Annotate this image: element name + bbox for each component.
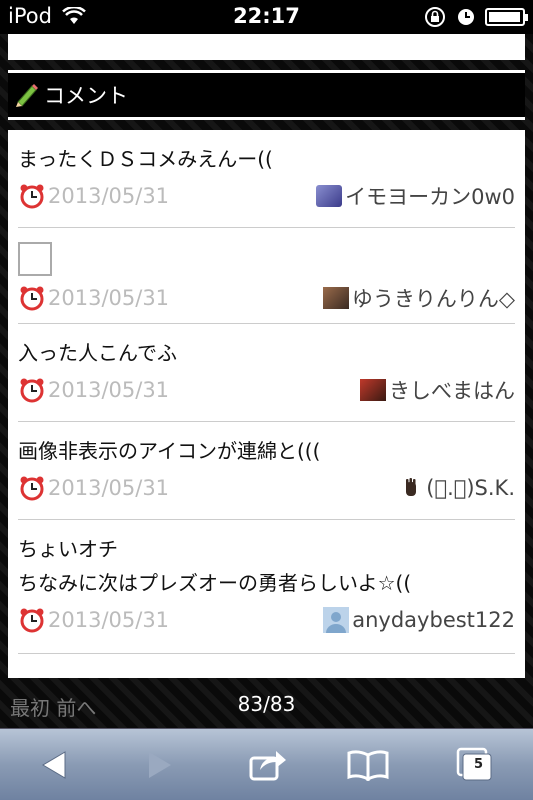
share-icon bbox=[249, 751, 286, 781]
comment-text: ちょいオチ bbox=[18, 537, 118, 561]
comment-text: 画像非表示のアイコンが連綿と((( bbox=[18, 439, 321, 463]
section-header: コメント bbox=[8, 70, 525, 120]
pencil-icon bbox=[16, 84, 38, 107]
pager: 83/83 最初 前へ bbox=[0, 684, 533, 728]
comment-date: 2013/05/31 bbox=[18, 376, 169, 404]
browser-toolbar: 5 bbox=[0, 728, 533, 800]
alarm-clock-icon bbox=[20, 378, 44, 403]
comment-date: 2013/05/31 bbox=[18, 182, 169, 210]
forward-arrow-icon bbox=[149, 752, 171, 778]
alarm-clock-icon bbox=[20, 608, 44, 633]
comment-text: 入った人こんでふ bbox=[18, 341, 177, 365]
comment-item: まったくＤＳコメみえんー(( 2013/05/31 イモヨーカン0w0 bbox=[18, 130, 515, 228]
default-avatar-icon bbox=[323, 607, 350, 633]
broken-image-icon bbox=[18, 242, 52, 276]
prev-page-link[interactable]: 前へ bbox=[56, 696, 96, 720]
comment-user[interactable]: ゆうきりんりん◇ bbox=[322, 283, 515, 313]
comment-item: 2013/05/31 ゆうきりんりん◇ bbox=[18, 228, 515, 324]
page-content: コメント まったくＤＳコメみえんー(( 2013/05/31 イモヨーカン0w0 bbox=[0, 34, 533, 728]
comment-date: 2013/05/31 bbox=[18, 474, 169, 502]
forward-button[interactable] bbox=[138, 745, 182, 785]
rotation-lock-icon bbox=[425, 7, 445, 27]
comment-user[interactable]: anydaybest122 bbox=[323, 607, 515, 633]
comment-user[interactable]: きしべまはん bbox=[360, 375, 515, 405]
comment-item: 入った人こんでふ 2013/05/31 きしべまはん bbox=[18, 324, 515, 422]
comment-text: ちなみに次はプレズオーの勇者らしいよ☆(( bbox=[18, 571, 412, 595]
comment-date: 2013/05/31 bbox=[18, 284, 169, 312]
user-avatar bbox=[316, 185, 343, 207]
comment-user[interactable]: イモヨーカン0w0 bbox=[316, 181, 515, 211]
section-title: コメント bbox=[44, 84, 128, 108]
bookmarks-button[interactable] bbox=[346, 745, 390, 785]
top-white-bar bbox=[8, 34, 525, 60]
book-icon bbox=[347, 750, 389, 781]
comment-item: 画像非表示のアイコンが連綿と((( 2013/05/31 (ﾟ.ﾟ)S.K. bbox=[18, 422, 515, 520]
first-page-link[interactable]: 最初 bbox=[10, 696, 50, 720]
comment-item: ちょいオチ ちなみに次はプレズオーの勇者らしいよ☆(( 2013/05/31 a… bbox=[18, 520, 515, 654]
user-avatar bbox=[322, 287, 349, 309]
share-button[interactable] bbox=[246, 745, 290, 785]
status-bar: 22:17 iPod bbox=[0, 0, 533, 34]
wifi-icon bbox=[62, 7, 86, 24]
tabs-button[interactable]: 5 bbox=[452, 745, 496, 785]
alarm-clock-icon bbox=[20, 184, 44, 209]
back-arrow-icon bbox=[42, 751, 66, 779]
alarm-icon bbox=[458, 9, 474, 25]
comment-user[interactable]: (ﾟ.ﾟ)S.K. bbox=[401, 476, 515, 500]
battery-icon bbox=[485, 8, 528, 26]
alarm-clock-icon bbox=[20, 476, 44, 501]
comment-date: 2013/05/31 bbox=[18, 606, 169, 634]
back-button[interactable] bbox=[32, 745, 76, 785]
comment-list: まったくＤＳコメみえんー(( 2013/05/31 イモヨーカン0w0 2013… bbox=[8, 130, 525, 678]
hand-icon bbox=[406, 478, 417, 496]
comment-text: まったくＤＳコメみえんー(( bbox=[18, 147, 273, 171]
user-avatar bbox=[360, 379, 386, 401]
carrier-label: iPod bbox=[8, 4, 52, 28]
tab-count: 5 bbox=[474, 757, 484, 772]
alarm-clock-icon bbox=[20, 286, 44, 311]
